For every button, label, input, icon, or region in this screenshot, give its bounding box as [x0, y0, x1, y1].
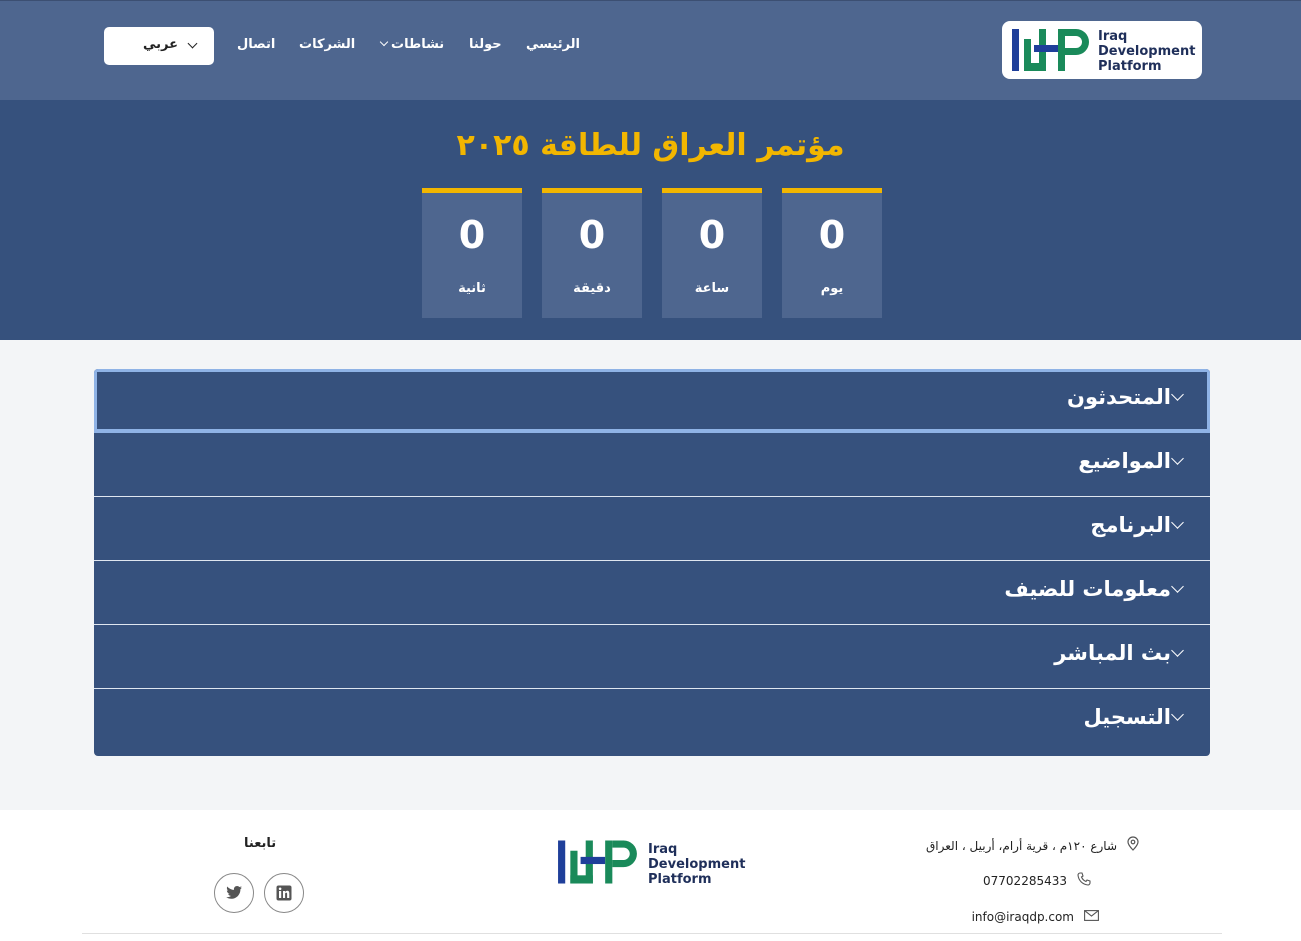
hero-section: مؤتمر العراق للطاقة ٢٠٢٥ 0 يوم 0 ساعة 0 … — [0, 100, 1301, 340]
countdown-unit: ساعة — [694, 281, 730, 296]
accordion-item-registration[interactable]: التسجيل — [94, 689, 1210, 753]
logo-text: Iraq Development Platform — [648, 842, 746, 887]
countdown-unit: يوم — [820, 281, 844, 296]
map-pin-icon — [1127, 836, 1139, 855]
chevron-down-icon — [379, 37, 389, 47]
top-header: Iraq Development Platform الرئيسي حولنا … — [0, 0, 1301, 100]
phone-icon — [1077, 872, 1091, 890]
follow-us-title: تابعنا — [244, 836, 277, 851]
footer-logo[interactable]: Iraq Development Platform — [556, 838, 756, 887]
nav-companies[interactable]: الشركات — [299, 37, 355, 52]
countdown-unit: دقيقة — [573, 281, 611, 296]
countdown-days: 0 يوم — [782, 188, 882, 318]
accordion-item-live-stream[interactable]: بث المباشر — [94, 625, 1210, 689]
conference-accordion: المتحدثون المواضيع البرنامج معلومات للضي… — [94, 369, 1210, 756]
accordion-item-label: المتحدثون — [1067, 385, 1171, 409]
chevron-down-icon — [1171, 643, 1184, 657]
language-selected-value: عربي — [142, 37, 178, 52]
chevron-down-icon — [1171, 515, 1184, 529]
chevron-down-icon — [1171, 387, 1184, 401]
twitter-button[interactable] — [214, 873, 254, 913]
footer-phone[interactable]: 07702285433 — [983, 872, 1091, 890]
logo-text: Iraq Development Platform — [1098, 29, 1196, 74]
countdown-unit: ثانية — [458, 281, 486, 296]
countdown-value: 0 — [578, 213, 606, 257]
accordion-item-label: بث المباشر — [1054, 641, 1171, 665]
countdown-value: 0 — [458, 213, 486, 257]
mail-icon — [1084, 909, 1099, 925]
footer-divider — [82, 933, 1222, 934]
footer-address: شارع ١٢٠م ، قرية أرام، أربيل ، العراق — [926, 836, 1139, 855]
accordion-item-label: التسجيل — [1083, 705, 1171, 729]
idp-logo-mark-icon — [1012, 29, 1089, 71]
countdown-minutes: 0 دقيقة — [542, 188, 642, 318]
accordion-item-label: المواضيع — [1078, 449, 1171, 473]
countdown-value: 0 — [818, 213, 846, 257]
chevron-down-icon — [1171, 707, 1184, 721]
accordion-item-label: معلومات للضيف — [1004, 577, 1171, 601]
footer-email[interactable]: info@iraqdp.com — [972, 909, 1099, 925]
nav-activities[interactable]: نشاطات — [379, 37, 444, 52]
twitter-icon — [226, 886, 242, 899]
page-title: مؤتمر العراق للطاقة ٢٠٢٥ — [456, 128, 845, 163]
linkedin-button[interactable] — [264, 873, 304, 913]
countdown-seconds: 0 ثانية — [422, 188, 522, 318]
accordion-item-speakers[interactable]: المتحدثون — [94, 369, 1210, 433]
accordion-item-guest-info[interactable]: معلومات للضيف — [94, 561, 1210, 625]
countdown-value: 0 — [698, 213, 726, 257]
nav-home[interactable]: الرئيسي — [526, 37, 580, 52]
footer: شارع ١٢٠م ، قرية أرام، أربيل ، العراق 07… — [0, 810, 1301, 941]
chevron-down-icon — [1171, 579, 1184, 593]
accordion-item-label: البرنامج — [1090, 513, 1171, 537]
linkedin-icon — [276, 885, 292, 901]
countdown-hours: 0 ساعة — [662, 188, 762, 318]
idp-logo-mark-icon — [558, 840, 637, 884]
chevron-down-icon — [187, 38, 198, 49]
logo[interactable]: Iraq Development Platform — [1002, 21, 1202, 79]
accordion-item-program[interactable]: البرنامج — [94, 497, 1210, 561]
nav-contact[interactable]: اتصال — [237, 37, 275, 52]
accordion-item-topics[interactable]: المواضيع — [94, 433, 1210, 497]
nav-about[interactable]: حولنا — [469, 37, 502, 52]
language-select[interactable]: عربي — [104, 27, 214, 65]
chevron-down-icon — [1171, 451, 1184, 465]
